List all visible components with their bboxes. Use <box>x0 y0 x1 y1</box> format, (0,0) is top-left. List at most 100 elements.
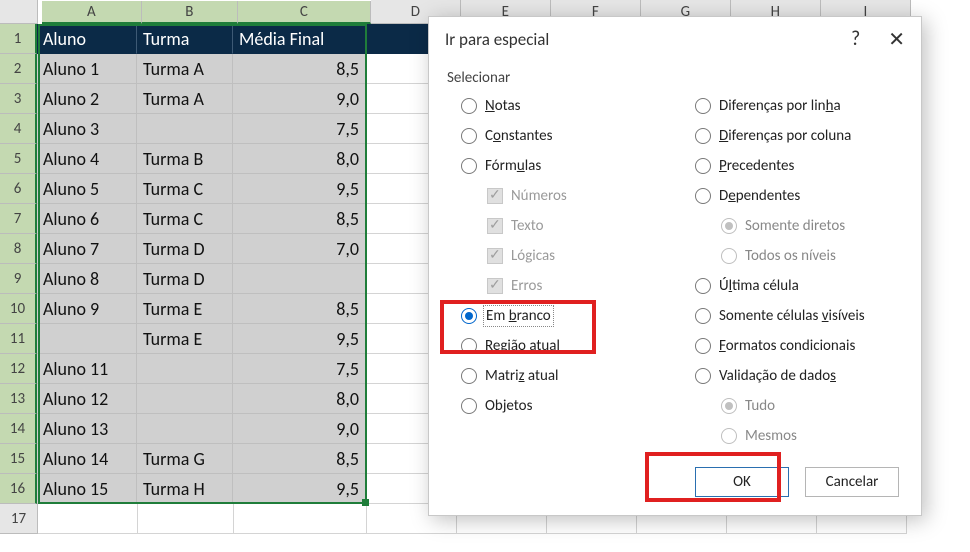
checkbox-box-icon <box>487 278 503 294</box>
cell-C5[interactable]: 8,0 <box>233 144 366 174</box>
option-label: Constantes <box>485 127 552 145</box>
cell-B7[interactable]: Turma C <box>137 204 233 234</box>
radio-dif-linha[interactable]: Diferenças por linha <box>675 91 909 121</box>
options-area: NotasConstantesFórmulasNúmerosTextoLógic… <box>429 91 921 451</box>
radio-visiveis[interactable]: Somente células visíveis <box>675 301 909 331</box>
row-header-6[interactable]: 6 <box>0 174 37 204</box>
row-header-4[interactable]: 4 <box>0 114 37 144</box>
cell-B15[interactable]: Turma G <box>137 444 233 474</box>
cell-C15[interactable]: 8,5 <box>233 444 366 474</box>
cell-C2[interactable]: 8,5 <box>233 54 366 84</box>
cell-B11[interactable]: Turma E <box>137 324 233 354</box>
row-header-13[interactable]: 13 <box>0 384 37 414</box>
cell-B2[interactable]: Turma A <box>137 54 233 84</box>
row-header-9[interactable]: 9 <box>0 264 37 294</box>
cell-C10[interactable]: 8,5 <box>233 294 366 324</box>
cell-A3[interactable]: Aluno 2 <box>37 84 137 114</box>
cell-A4[interactable]: Aluno 3 <box>37 114 137 144</box>
radio-formulas[interactable]: Fórmulas <box>441 151 675 181</box>
cell-C16[interactable]: 9,5 <box>233 474 366 504</box>
row-header-8[interactable]: 8 <box>0 234 37 264</box>
radio-constantes[interactable]: Constantes <box>441 121 675 151</box>
dialog-titlebar: Ir para especial ? ✕ <box>429 17 921 61</box>
cell-B6[interactable]: Turma C <box>137 174 233 204</box>
cell-A8[interactable]: Aluno 7 <box>37 234 137 264</box>
cell-A15[interactable]: Aluno 14 <box>37 444 137 474</box>
radio-embranco[interactable]: Em branco <box>441 301 675 331</box>
cell-A7[interactable]: Aluno 6 <box>37 204 137 234</box>
radio-dif-col[interactable]: Diferenças por coluna <box>675 121 909 151</box>
cell-B5[interactable]: Turma B <box>137 144 233 174</box>
row-header-7[interactable]: 7 <box>0 204 37 234</box>
cell-B4[interactable] <box>137 114 233 144</box>
cell-C8[interactable]: 7,0 <box>233 234 366 264</box>
radio-preced[interactable]: Precedentes <box>675 151 909 181</box>
cell-A16[interactable]: Aluno 15 <box>37 474 137 504</box>
radio-notas[interactable]: Notas <box>441 91 675 121</box>
cell-B16[interactable]: Turma H <box>137 474 233 504</box>
radio-formatos[interactable]: Formatos condicionais <box>675 331 909 361</box>
cell-B9[interactable]: Turma D <box>137 264 233 294</box>
radio-bullet-icon <box>461 308 477 324</box>
radio-validacao[interactable]: Validação de dados <box>675 361 909 391</box>
cell-B14[interactable] <box>137 414 233 444</box>
cell-C6[interactable]: 9,5 <box>233 174 366 204</box>
help-icon[interactable]: ? <box>851 27 860 51</box>
options-right-column: Diferenças por linhaDiferenças por colun… <box>675 91 909 451</box>
cell-A2[interactable]: Aluno 1 <box>37 54 137 84</box>
cell-A10[interactable]: Aluno 9 <box>37 294 137 324</box>
cell-C3[interactable]: 9,0 <box>233 84 366 114</box>
radio-objetos[interactable]: Objetos <box>441 391 675 421</box>
cell-B1[interactable]: Turma <box>137 24 233 54</box>
cell-C14[interactable]: 9,0 <box>233 414 366 444</box>
close-icon[interactable]: ✕ <box>888 27 905 52</box>
radio-regiao[interactable]: Região atual <box>441 331 675 361</box>
cancel-button[interactable]: Cancelar <box>805 467 899 497</box>
radio-ultima[interactable]: Última célula <box>675 271 909 301</box>
row-header-5[interactable]: 5 <box>0 144 37 174</box>
cell-B12[interactable] <box>137 354 233 384</box>
cell-A6[interactable]: Aluno 5 <box>37 174 137 204</box>
cell-B17[interactable] <box>138 504 234 534</box>
cell-C9[interactable] <box>233 264 366 294</box>
select-all-corner[interactable] <box>0 0 38 24</box>
cell-A17[interactable] <box>38 504 138 534</box>
cell-B8[interactable]: Turma D <box>137 234 233 264</box>
cell-A11[interactable] <box>37 324 137 354</box>
row-header-15[interactable]: 15 <box>0 444 37 474</box>
radio-bullet-icon <box>461 368 477 384</box>
radio-matriz[interactable]: Matriz atual <box>441 361 675 391</box>
cell-A9[interactable]: Aluno 8 <box>37 264 137 294</box>
cell-C12[interactable]: 7,5 <box>233 354 366 384</box>
cell-C1[interactable]: Média Final <box>233 24 366 54</box>
cell-A14[interactable]: Aluno 13 <box>37 414 137 444</box>
cell-A1[interactable]: Aluno <box>37 24 137 54</box>
cell-A5[interactable]: Aluno 4 <box>37 144 137 174</box>
radio-depend[interactable]: Dependentes <box>675 181 909 211</box>
row-header-16[interactable]: 16 <box>0 474 37 504</box>
cell-A13[interactable]: Aluno 12 <box>37 384 137 414</box>
row-header-3[interactable]: 3 <box>0 84 37 114</box>
go-to-special-dialog: Ir para especial ? ✕ Selecionar NotasCon… <box>428 16 922 516</box>
cell-B3[interactable]: Turma A <box>137 84 233 114</box>
cell-C11[interactable]: 9,5 <box>233 324 366 354</box>
cell-C13[interactable]: 8,0 <box>233 384 366 414</box>
cell-C17[interactable] <box>234 504 367 534</box>
column-header-B[interactable]: B <box>142 1 238 24</box>
row-header-17[interactable]: 17 <box>0 504 38 534</box>
row-header-10[interactable]: 10 <box>0 294 37 324</box>
column-header-A[interactable]: A <box>42 1 142 24</box>
column-header-C[interactable]: C <box>238 1 371 24</box>
row-header-2[interactable]: 2 <box>0 54 37 84</box>
option-label: Notas <box>485 97 521 115</box>
row-header-11[interactable]: 11 <box>0 324 37 354</box>
cell-B10[interactable]: Turma E <box>137 294 233 324</box>
row-header-12[interactable]: 12 <box>0 354 37 384</box>
cell-A12[interactable]: Aluno 11 <box>37 354 137 384</box>
ok-button[interactable]: OK <box>695 467 789 497</box>
row-header-14[interactable]: 14 <box>0 414 37 444</box>
cell-B13[interactable] <box>137 384 233 414</box>
cell-C7[interactable]: 8,5 <box>233 204 366 234</box>
row-header-1[interactable]: 1 <box>0 24 37 54</box>
cell-C4[interactable]: 7,5 <box>233 114 366 144</box>
